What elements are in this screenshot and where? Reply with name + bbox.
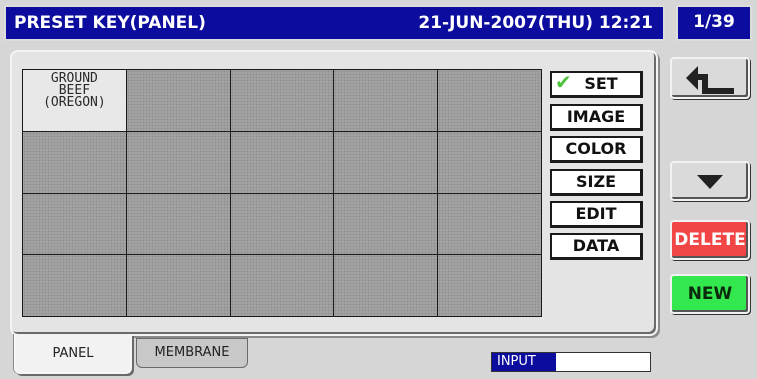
tab-panel[interactable]: PANEL (14, 334, 132, 374)
set-label: SET (584, 74, 618, 93)
preset-key-cell[interactable] (126, 255, 230, 316)
color-label: COLOR (565, 139, 627, 158)
input-label: INPUT (492, 353, 556, 371)
tab-membrane[interactable]: MEMBRANE (136, 338, 248, 368)
delete-button[interactable]: DELETE (670, 220, 750, 260)
preset-key-grid: GROUND BEEF (OREGON) (22, 69, 542, 317)
edit-label: EDIT (575, 204, 617, 223)
preset-key-cell[interactable] (230, 193, 334, 255)
back-arrow-icon (686, 66, 734, 94)
checkmark-icon: ✔ (555, 70, 572, 94)
size-button[interactable]: SIZE (550, 169, 643, 196)
edit-button[interactable]: EDIT (550, 201, 643, 228)
back-button[interactable] (670, 57, 750, 99)
new-button[interactable]: NEW (670, 274, 750, 314)
preset-key-cell[interactable] (438, 255, 541, 316)
preset-key-cell[interactable] (126, 70, 230, 131)
screen-title: PRESET KEY(PANEL) (14, 13, 206, 33)
preset-key-cell[interactable] (438, 193, 541, 255)
preset-key-cell[interactable] (334, 70, 438, 131)
preset-key-cell[interactable] (126, 131, 230, 193)
image-button[interactable]: IMAGE (550, 104, 643, 131)
size-label: SIZE (575, 172, 616, 191)
data-button[interactable]: DATA (550, 233, 643, 260)
preset-key-cell[interactable] (230, 131, 334, 193)
preset-key-cell[interactable] (126, 193, 230, 255)
preset-key-cell[interactable] (438, 131, 541, 193)
preset-key-cell[interactable] (23, 193, 126, 255)
preset-key-cell[interactable] (334, 255, 438, 316)
preset-key-cell[interactable] (334, 131, 438, 193)
preset-key-cell[interactable] (230, 255, 334, 316)
preset-key-cell[interactable] (334, 193, 438, 255)
page-indicator: 1/39 (676, 5, 752, 41)
preset-key-cell[interactable] (438, 70, 541, 131)
input-field[interactable]: INPUT (491, 352, 651, 372)
scroll-down-button[interactable] (670, 161, 750, 201)
data-label: DATA (572, 236, 620, 255)
preset-key-cell[interactable]: GROUND BEEF (OREGON) (23, 70, 126, 131)
image-label: IMAGE (566, 107, 626, 126)
preset-key-cell[interactable] (230, 70, 334, 131)
datetime-display: 21-JUN-2007(THU) 12:21 (418, 13, 653, 33)
title-bar: PRESET KEY(PANEL) 21-JUN-2007(THU) 12:21 (4, 5, 665, 41)
set-button[interactable]: ✔ SET (550, 71, 643, 98)
preset-key-cell[interactable] (23, 131, 126, 193)
preset-key-cell[interactable] (23, 255, 126, 316)
down-triangle-icon (697, 175, 723, 189)
color-button[interactable]: COLOR (550, 136, 643, 163)
